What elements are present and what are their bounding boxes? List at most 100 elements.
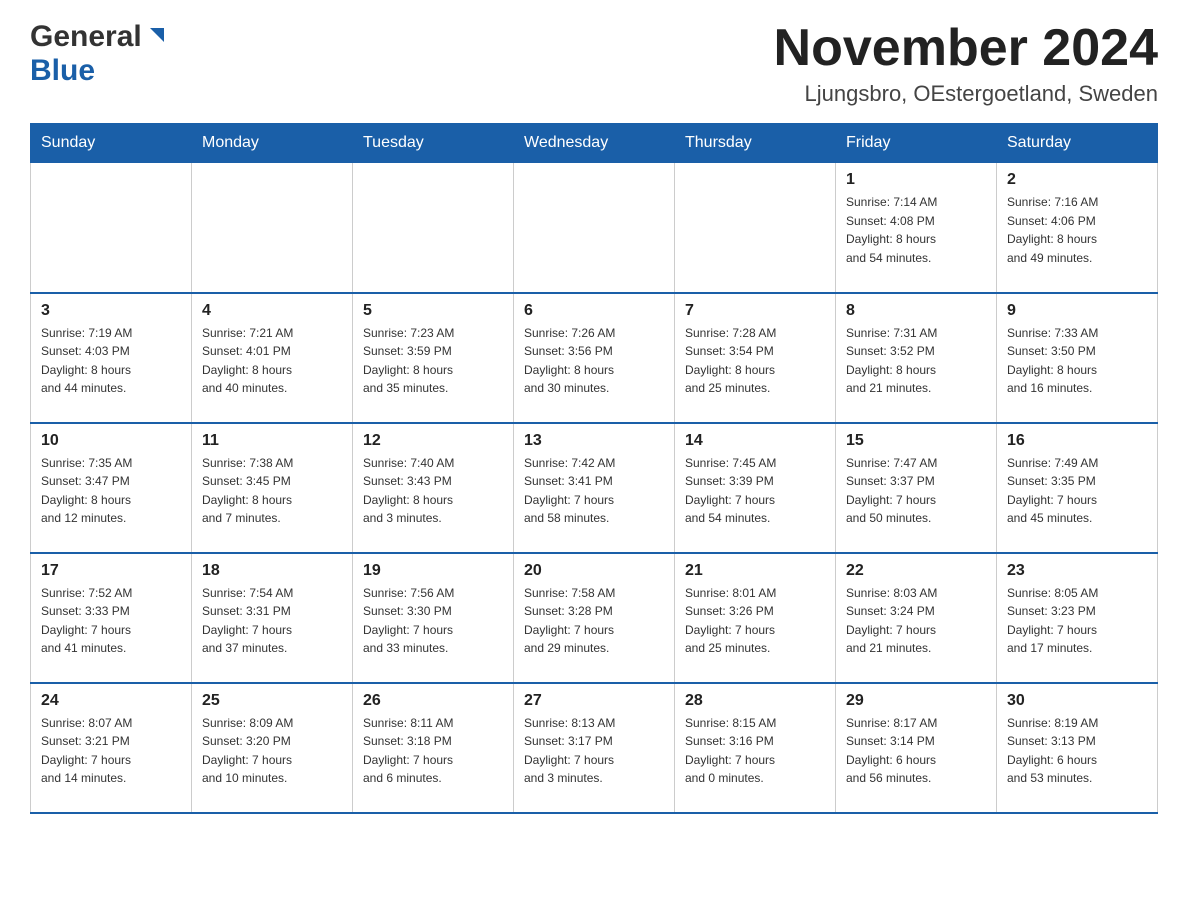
day-number: 23 — [1007, 562, 1147, 580]
day-number: 14 — [685, 432, 825, 450]
calendar-cell: 12Sunrise: 7:40 AMSunset: 3:43 PMDayligh… — [353, 423, 514, 553]
day-number: 15 — [846, 432, 986, 450]
calendar-cell: 21 Sunrise: 8:01 AMSunset: 3:26 PMDayligh… — [675, 553, 836, 683]
calendar-cell — [514, 163, 675, 293]
day-number: 10 — [41, 432, 181, 450]
header: General Blue November 2024 Ljungsbro, OE… — [30, 20, 1158, 107]
day-info: Sunrise: 7:38 AMSunset: 3:45 PMDaylight:… — [202, 454, 342, 528]
calendar-cell: 17Sunrise: 7:52 AMSunset: 3:33 PMDayligh… — [31, 553, 192, 683]
calendar-cell: 26Sunrise: 8:11 AMSunset: 3:18 PMDayligh… — [353, 683, 514, 813]
day-info: Sunrise: 7:56 AMSunset: 3:30 PMDaylight:… — [363, 584, 503, 658]
day-info: Sunrise: 7:58 AMSunset: 3:28 PMDaylight:… — [524, 584, 664, 658]
day-number: 4 — [202, 302, 342, 320]
calendar-cell: 4 Sunrise: 7:21 AMSunset: 4:01 PMDaylight… — [192, 293, 353, 423]
calendar-cell: 16 Sunrise: 7:49 AMSunset: 3:35 PMDayligh… — [997, 423, 1158, 553]
day-header-thursday: Thursday — [675, 124, 836, 163]
day-number: 26 — [363, 692, 503, 710]
calendar-cell: 2 Sunrise: 7:16 AMSunset: 4:06 PMDaylight… — [997, 163, 1158, 293]
day-number: 20 — [524, 562, 664, 580]
day-info: Sunrise: 7:23 AMSunset: 3:59 PMDaylight:… — [363, 324, 503, 398]
day-info: Sunrise: 8:07 AMSunset: 3:21 PMDaylight:… — [41, 714, 181, 788]
day-info: Sunrise: 8:17 AMSunset: 3:14 PMDaylight:… — [846, 714, 986, 788]
day-number: 22 — [846, 562, 986, 580]
day-info: Sunrise: 7:52 AMSunset: 3:33 PMDaylight:… — [41, 584, 181, 658]
logo: General Blue — [30, 20, 168, 88]
day-number: 18 — [202, 562, 342, 580]
calendar-cell: 3 Sunrise: 7:19 AMSunset: 4:03 PMDaylight… — [31, 293, 192, 423]
day-header-friday: Friday — [836, 124, 997, 163]
day-info: Sunrise: 8:13 AMSunset: 3:17 PMDaylight:… — [524, 714, 664, 788]
calendar-table: SundayMondayTuesdayWednesdayThursdayFrid… — [30, 123, 1158, 814]
day-header-wednesday: Wednesday — [514, 124, 675, 163]
day-info: Sunrise: 8:03 AMSunset: 3:24 PMDaylight:… — [846, 584, 986, 658]
day-number: 7 — [685, 302, 825, 320]
day-header-monday: Monday — [192, 124, 353, 163]
day-number: 3 — [41, 302, 181, 320]
week-row-2: 3 Sunrise: 7:19 AMSunset: 4:03 PMDaylight… — [31, 293, 1158, 423]
calendar-cell: 30 Sunrise: 8:19 AMSunset: 3:13 PMDayligh… — [997, 683, 1158, 813]
day-info: Sunrise: 8:01 AMSunset: 3:26 PMDaylight:… — [685, 584, 825, 658]
day-header-sunday: Sunday — [31, 124, 192, 163]
day-header-saturday: Saturday — [997, 124, 1158, 163]
calendar-cell: 13 Sunrise: 7:42 AMSunset: 3:41 PMDayligh… — [514, 423, 675, 553]
day-number: 9 — [1007, 302, 1147, 320]
logo-blue-text: Blue — [30, 54, 95, 87]
day-info: Sunrise: 7:21 AMSunset: 4:01 PMDaylight:… — [202, 324, 342, 398]
title-area: November 2024 Ljungsbro, OEstergoetland,… — [774, 20, 1158, 107]
calendar-cell: 14Sunrise: 7:45 AMSunset: 3:39 PMDayligh… — [675, 423, 836, 553]
day-number: 30 — [1007, 692, 1147, 710]
day-number: 21 — [685, 562, 825, 580]
calendar-cell — [192, 163, 353, 293]
day-number: 6 — [524, 302, 664, 320]
day-number: 13 — [524, 432, 664, 450]
day-info: Sunrise: 7:35 AMSunset: 3:47 PMDaylight:… — [41, 454, 181, 528]
week-row-3: 10 Sunrise: 7:35 AMSunset: 3:47 PMDayligh… — [31, 423, 1158, 553]
calendar-cell: 25 Sunrise: 8:09 AMSunset: 3:20 PMDayligh… — [192, 683, 353, 813]
day-number: 1 — [846, 171, 986, 189]
day-info: Sunrise: 7:49 AMSunset: 3:35 PMDaylight:… — [1007, 454, 1147, 528]
day-number: 25 — [202, 692, 342, 710]
calendar-cell: 29Sunrise: 8:17 AMSunset: 3:14 PMDayligh… — [836, 683, 997, 813]
day-info: Sunrise: 8:15 AMSunset: 3:16 PMDaylight:… — [685, 714, 825, 788]
calendar-cell — [675, 163, 836, 293]
calendar-cell: 20 Sunrise: 7:58 AMSunset: 3:28 PMDayligh… — [514, 553, 675, 683]
day-number: 16 — [1007, 432, 1147, 450]
day-info: Sunrise: 7:16 AMSunset: 4:06 PMDaylight:… — [1007, 193, 1147, 267]
calendar-cell: 18Sunrise: 7:54 AMSunset: 3:31 PMDayligh… — [192, 553, 353, 683]
calendar-body: 1Sunrise: 7:14 AMSunset: 4:08 PMDaylight… — [31, 163, 1158, 813]
header-row: SundayMondayTuesdayWednesdayThursdayFrid… — [31, 124, 1158, 163]
day-info: Sunrise: 8:09 AMSunset: 3:20 PMDaylight:… — [202, 714, 342, 788]
day-info: Sunrise: 8:19 AMSunset: 3:13 PMDaylight:… — [1007, 714, 1147, 788]
day-number: 11 — [202, 432, 342, 450]
calendar-cell: 28 Sunrise: 8:15 AMSunset: 3:16 PMDayligh… — [675, 683, 836, 813]
calendar-cell: 11 Sunrise: 7:38 AMSunset: 3:45 PMDayligh… — [192, 423, 353, 553]
day-info: Sunrise: 8:05 AMSunset: 3:23 PMDaylight:… — [1007, 584, 1147, 658]
calendar-cell: 9 Sunrise: 7:33 AMSunset: 3:50 PMDaylight… — [997, 293, 1158, 423]
day-header-tuesday: Tuesday — [353, 124, 514, 163]
calendar-cell — [353, 163, 514, 293]
week-row-5: 24 Sunrise: 8:07 AMSunset: 3:21 PMDayligh… — [31, 683, 1158, 813]
calendar-cell: 7 Sunrise: 7:28 AMSunset: 3:54 PMDaylight… — [675, 293, 836, 423]
week-row-4: 17Sunrise: 7:52 AMSunset: 3:33 PMDayligh… — [31, 553, 1158, 683]
day-info: Sunrise: 7:19 AMSunset: 4:03 PMDaylight:… — [41, 324, 181, 398]
calendar-cell: 8Sunrise: 7:31 AMSunset: 3:52 PMDaylight… — [836, 293, 997, 423]
calendar-header: SundayMondayTuesdayWednesdayThursdayFrid… — [31, 124, 1158, 163]
day-info: Sunrise: 7:28 AMSunset: 3:54 PMDaylight:… — [685, 324, 825, 398]
day-number: 2 — [1007, 171, 1147, 189]
day-info: Sunrise: 7:42 AMSunset: 3:41 PMDaylight:… — [524, 454, 664, 528]
calendar-cell: 5 Sunrise: 7:23 AMSunset: 3:59 PMDaylight… — [353, 293, 514, 423]
day-number: 24 — [41, 692, 181, 710]
calendar-cell: 23 Sunrise: 8:05 AMSunset: 3:23 PMDayligh… — [997, 553, 1158, 683]
calendar-cell: 19Sunrise: 7:56 AMSunset: 3:30 PMDayligh… — [353, 553, 514, 683]
calendar-cell: 22 Sunrise: 8:03 AMSunset: 3:24 PMDayligh… — [836, 553, 997, 683]
day-number: 5 — [363, 302, 503, 320]
day-info: Sunrise: 7:31 AMSunset: 3:52 PMDaylight:… — [846, 324, 986, 398]
day-number: 28 — [685, 692, 825, 710]
day-info: Sunrise: 7:33 AMSunset: 3:50 PMDaylight:… — [1007, 324, 1147, 398]
day-number: 12 — [363, 432, 503, 450]
location-title: Ljungsbro, OEstergoetland, Sweden — [774, 81, 1158, 107]
logo-arrow-icon — [144, 24, 168, 48]
logo-general-text: General — [30, 20, 142, 54]
calendar-cell: 10 Sunrise: 7:35 AMSunset: 3:47 PMDayligh… — [31, 423, 192, 553]
calendar-cell — [31, 163, 192, 293]
